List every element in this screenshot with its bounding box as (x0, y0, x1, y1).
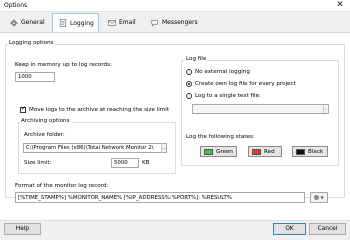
tab-messengers-label: Messengers (162, 19, 198, 26)
format-options-button[interactable]: ▼ (310, 192, 328, 203)
browse-folder-button[interactable]: … (161, 144, 167, 152)
radio-own-file-row[interactable]: Create own log file for every project (186, 81, 296, 87)
format-label: Format of the monitor log record: (15, 183, 109, 189)
size-unit-label: KB (142, 160, 150, 166)
state-black-label: Black (308, 148, 324, 155)
format-input[interactable]: [%TIME_STAMP%] %MONITOR_NAME% [%IP_ADDRE… (15, 192, 305, 203)
radio-no-logging[interactable] (186, 69, 192, 75)
move-logs-checkbox-row[interactable]: Move logs to the archive at reaching the… (20, 105, 170, 113)
keep-records-input[interactable]: 1000 (15, 72, 55, 82)
radio-single-file-row[interactable]: Log to a single text file: (186, 93, 261, 99)
state-red-label: Red (264, 148, 275, 155)
archive-folder-input[interactable]: C:\Program Files (x86)\Total Network Mon… (23, 143, 167, 153)
tab-strip: General Logging Email Messengers (0, 12, 350, 32)
log-states-label: Log the following states: (186, 134, 255, 140)
red-swatch (252, 148, 261, 155)
email-icon (108, 19, 116, 26)
close-icon[interactable]: ✕ (333, 0, 347, 11)
state-green-label: Green (216, 148, 233, 155)
radio-single-file-label: Log to a single text file: (195, 93, 261, 99)
tab-email[interactable]: Email (102, 13, 142, 32)
radio-no-logging-label: No external logging (195, 69, 250, 75)
keep-records-label: Keep in memory up to log records: (15, 62, 112, 68)
tab-general[interactable]: General (4, 13, 50, 32)
size-limit-input[interactable]: 5000 (111, 158, 139, 168)
help-button[interactable]: Help (4, 223, 41, 235)
chevron-down-icon: ▼ (320, 195, 324, 200)
green-swatch (204, 148, 213, 155)
radio-own-file[interactable] (186, 81, 192, 87)
single-file-input[interactable] (192, 104, 329, 114)
state-green-button[interactable]: Green (200, 146, 237, 157)
move-logs-checkbox[interactable] (20, 105, 26, 113)
tab-logging-label: Logging (70, 19, 94, 27)
radio-own-file-label: Create own log file for every project (195, 81, 296, 87)
move-logs-label: Move logs to the archive at reaching the… (29, 107, 170, 113)
state-black-button[interactable]: Black (292, 146, 328, 157)
options-dot-icon (314, 195, 320, 200)
state-red-button[interactable]: Red (248, 146, 282, 157)
archiving-options-label: Archiving options (20, 118, 71, 124)
window-title: Options (4, 2, 28, 9)
radio-single-file[interactable] (186, 93, 192, 99)
tab-logging[interactable]: Logging (52, 13, 99, 32)
logging-icon (59, 19, 67, 27)
size-limit-label: Size limit: (24, 160, 52, 166)
tab-general-label: General (21, 19, 45, 26)
gear-icon (10, 18, 18, 27)
cancel-button[interactable]: Cancel (309, 223, 346, 235)
tab-email-label: Email (119, 19, 136, 26)
title-bar: Options ✕ (0, 0, 350, 12)
ok-button[interactable]: OK (273, 223, 306, 235)
browse-file-button[interactable]: … (323, 105, 329, 113)
tab-messengers[interactable]: Messengers (145, 13, 200, 32)
messengers-icon (151, 19, 158, 27)
archive-folder-label: Archive folder: (24, 132, 65, 138)
radio-no-logging-row[interactable]: No external logging (186, 69, 250, 75)
logging-options-label: Logging options (8, 40, 55, 46)
black-swatch (296, 148, 305, 155)
log-file-label: Log file (185, 56, 208, 62)
